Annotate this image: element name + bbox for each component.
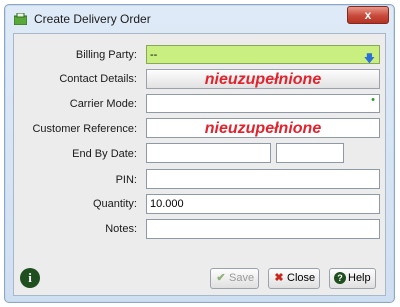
close-button[interactable]: ✖ Close [268, 268, 321, 289]
help-icon: ? [334, 272, 346, 284]
window-close-button[interactable]: x [347, 6, 389, 24]
save-button[interactable]: ✔ Save [210, 268, 260, 289]
quantity-value: 10.000 [150, 198, 184, 210]
billing-party-field[interactable]: -- 🡇 [146, 45, 380, 65]
notes-label: Notes: [105, 223, 137, 235]
close-button-label: Close [287, 272, 316, 284]
pin-label: PIN: [115, 174, 137, 186]
end-by-time-field[interactable] [276, 143, 344, 163]
info-icon[interactable]: i [20, 268, 40, 288]
end-by-date-label: End By Date: [72, 148, 137, 160]
contact-details-button[interactable]: nieuzupełnione [146, 69, 380, 89]
checkmark-icon: ✔ [216, 272, 226, 284]
help-button[interactable]: ? Help [329, 268, 376, 289]
end-by-date-field[interactable] [146, 143, 271, 163]
close-x-icon: ✖ [274, 272, 284, 284]
title-bar[interactable]: Create Delivery Order x [5, 5, 394, 33]
notes-field[interactable] [146, 219, 380, 239]
window-title: Create Delivery Order [34, 12, 151, 26]
required-dot-icon: • [371, 94, 375, 106]
customer-reference-field[interactable]: nieuzupełnione [146, 118, 380, 138]
quantity-label: Quantity: [92, 198, 137, 210]
billing-party-value: -- [150, 49, 158, 61]
pin-field[interactable] [146, 169, 380, 189]
help-button-label: Help [348, 272, 371, 284]
carrier-mode-label: Carrier Mode: [69, 98, 137, 110]
dropdown-arrow-icon[interactable]: 🡇 [364, 50, 375, 69]
form-panel: Billing Party: -- 🡇 Contact Details: nie… [13, 33, 386, 296]
delivery-order-icon [14, 13, 27, 25]
billing-party-label: Billing Party: [75, 49, 137, 61]
carrier-mode-select[interactable]: • [146, 94, 380, 113]
contact-details-placeholder: nieuzupełnione [204, 71, 322, 88]
contact-details-label: Contact Details: [59, 73, 137, 85]
quantity-field[interactable]: 10.000 [146, 194, 380, 214]
customer-reference-label: Customer Reference: [32, 123, 137, 135]
customer-reference-placeholder: nieuzupełnione [204, 120, 322, 137]
dialog-window: Create Delivery Order x Billing Party: -… [4, 4, 395, 303]
save-button-label: Save [229, 272, 255, 284]
